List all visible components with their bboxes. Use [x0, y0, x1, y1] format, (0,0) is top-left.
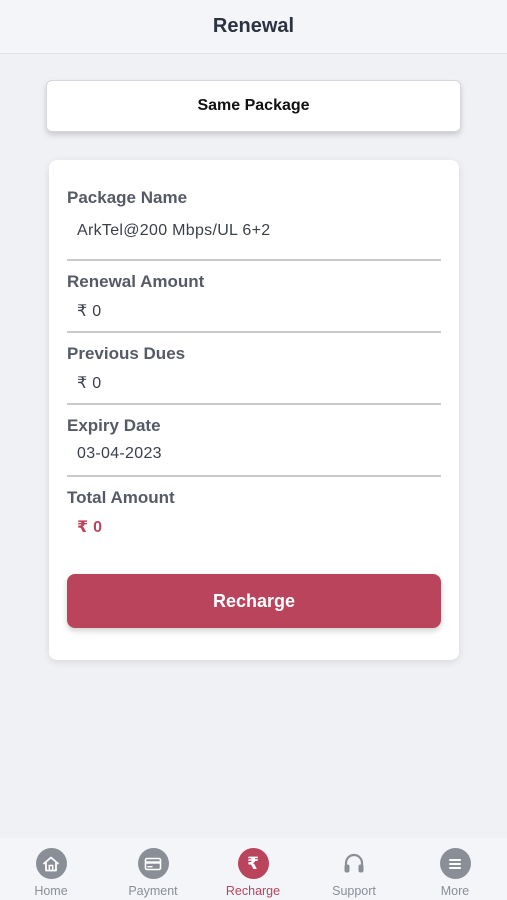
menu-icon — [439, 848, 471, 879]
previous-dues-field: Previous Dues ₹ 0 — [67, 344, 441, 406]
nav-item-support[interactable]: Support — [309, 838, 399, 900]
expiry-date-field: Expiry Date 03-04-2023 — [67, 416, 441, 478]
previous-dues-value: ₹ 0 — [77, 375, 102, 392]
nav-label-recharge: Recharge — [225, 884, 281, 898]
divider — [67, 403, 441, 405]
total-amount-label: Total Amount — [67, 488, 175, 507]
total-amount-value: ₹ 0 — [77, 519, 103, 536]
renewal-amount-field: Renewal Amount ₹ 0 — [67, 272, 441, 334]
rupee-icon: ₹ — [237, 848, 269, 879]
home-icon — [35, 848, 67, 879]
package-name-value: ArkTel@200 Mbps/UL 6+2 — [77, 222, 271, 239]
previous-dues-label: Previous Dues — [67, 344, 186, 363]
expiry-date-label: Expiry Date — [67, 416, 161, 435]
header: Renewal — [0, 0, 507, 54]
nav-label-payment: Payment — [128, 884, 178, 898]
package-name-label: Package Name — [67, 188, 188, 207]
app-root: Renewal Same Package Package Name ArkTel… — [0, 0, 507, 900]
nav-item-more[interactable]: More — [410, 838, 500, 900]
renewal-amount-label: Renewal Amount — [67, 272, 205, 291]
package-name-field: Package Name ArkTel@200 Mbps/UL 6+2 — [67, 188, 441, 262]
recharge-button[interactable]: Recharge — [67, 574, 441, 628]
page-title: Renewal — [212, 15, 295, 37]
headset-icon — [339, 848, 370, 879]
same-package-button[interactable]: Same Package — [46, 80, 461, 132]
renewal-amount-value: ₹ 0 — [77, 303, 102, 320]
renewal-details-card: Package Name ArkTel@200 Mbps/UL 6+2 Rene… — [49, 160, 459, 660]
expiry-date-value: 03-04-2023 — [77, 445, 162, 462]
nav-item-recharge[interactable]: ₹ Recharge — [208, 838, 298, 900]
card-icon — [137, 848, 169, 879]
bottom-nav: Home Payment ₹ Recharge Support More — [0, 838, 507, 900]
nav-label-home: Home — [34, 884, 68, 898]
nav-item-payment[interactable]: Payment — [108, 838, 198, 900]
total-amount-field: Total Amount ₹ 0 — [67, 488, 441, 538]
divider — [67, 475, 441, 477]
divider — [67, 259, 441, 261]
divider — [67, 331, 441, 333]
nav-label-support: Support — [332, 884, 376, 898]
nav-item-home[interactable]: Home — [6, 838, 96, 900]
nav-label-more: More — [440, 884, 470, 898]
